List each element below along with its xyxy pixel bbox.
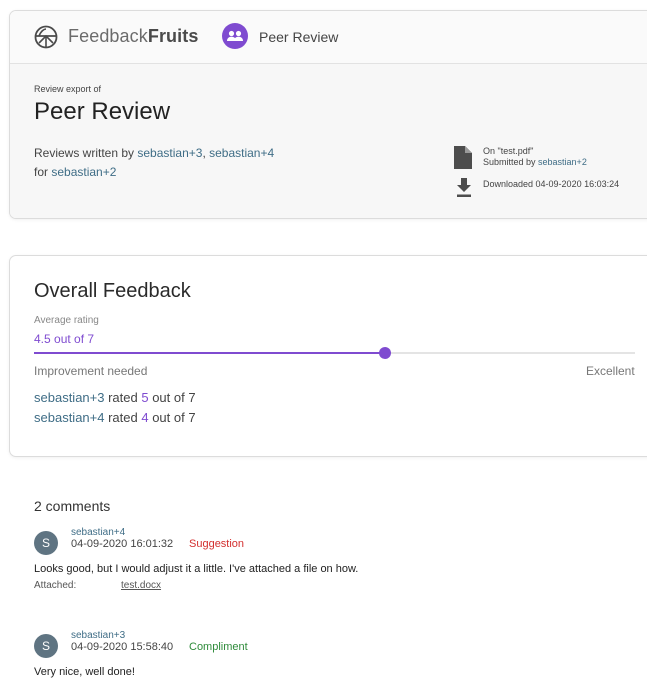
for-prefix: for — [34, 165, 52, 179]
comment-author[interactable]: sebastian+4 — [71, 527, 125, 538]
comment-text: Very nice, well done! — [34, 666, 135, 678]
individual-rating: sebastian+3 rated 5 out of 7 — [34, 390, 196, 405]
document-icon — [454, 146, 472, 169]
overall-feedback-card: Overall Feedback Average rating 4.5 out … — [9, 255, 647, 457]
reviews-written-by: Reviews written by sebastian+3, sebastia… — [34, 146, 274, 160]
comment-timestamp: 04-09-2020 15:58:40 — [71, 641, 174, 653]
comment-author[interactable]: sebastian+3 — [71, 630, 125, 641]
brand-logo-text[interactable]: FeedbackFruits — [68, 26, 198, 47]
rater-link[interactable]: sebastian+3 — [34, 390, 104, 405]
export-label: Review export of — [34, 84, 102, 94]
rating-value: 5 — [141, 390, 149, 405]
comments-count: 2 comments — [34, 498, 111, 514]
rater-link[interactable]: sebastian+4 — [34, 410, 104, 425]
feedbackfruits-logo-icon — [34, 25, 58, 49]
peer-review-tool-icon — [222, 23, 248, 49]
reviews-prefix: Reviews written by — [34, 146, 138, 160]
rating-suffix: out of 7 — [148, 390, 196, 405]
reviewer-link[interactable]: sebastian+3 — [137, 146, 202, 160]
file-name[interactable]: On "test.pdf" — [483, 146, 533, 156]
download-timestamp: Downloaded 04-09-2020 16:03:24 — [483, 179, 620, 189]
tool-name[interactable]: Peer Review — [259, 29, 338, 45]
average-rating-label: Average rating — [34, 315, 99, 326]
header-body: Review export of Peer Review Reviews wri… — [10, 64, 647, 218]
submitted-prefix: Submitted by — [483, 157, 539, 167]
people-icon — [227, 30, 243, 41]
rating-scale-fill — [34, 352, 385, 354]
submitted-by: Submitted by sebastian+2 — [483, 157, 587, 167]
rated-text: rated — [104, 390, 142, 405]
rating-suffix: out of 7 — [148, 410, 196, 425]
comment-timestamp: 04-09-2020 16:01:32 — [71, 538, 174, 550]
submitter-link[interactable]: sebastian+2 — [538, 157, 587, 167]
page-title: Peer Review — [34, 98, 171, 125]
comment-type-badge: Compliment — [189, 641, 248, 653]
rating-value: 4 — [141, 410, 149, 425]
scale-low-label: Improvement needed — [34, 364, 148, 378]
comment-text: Looks good, but I would adjust it a litt… — [34, 563, 359, 575]
individual-rating: sebastian+4 rated 4 out of 7 — [34, 410, 196, 425]
scale-high-label: Excellent — [586, 364, 635, 378]
rated-text: rated — [104, 410, 142, 425]
rating-scale-marker — [378, 347, 391, 359]
reviewee-link[interactable]: sebastian+2 — [51, 165, 116, 179]
download-icon[interactable] — [456, 178, 472, 198]
avatar: S — [34, 531, 58, 555]
avatar: S — [34, 634, 58, 658]
comment-item: S sebastian+3 04-09-2020 15:58:40 Compli… — [34, 630, 634, 700]
section-title: Overall Feedback — [34, 280, 191, 302]
comment-item: S sebastian+4 04-09-2020 16:01:32 Sugges… — [34, 527, 634, 597]
top-bar: FeedbackFruits Peer Review — [10, 11, 647, 64]
review-header-card: FeedbackFruits Peer Review Review export… — [9, 10, 647, 219]
reviewee-line: for sebastian+2 — [34, 165, 116, 179]
rating-scale-track — [34, 347, 635, 359]
comment-type-badge: Suggestion — [189, 538, 245, 550]
attached-label: Attached: — [34, 580, 77, 591]
average-rating-value: 4.5 out of 7 — [34, 332, 95, 346]
reviewer-link[interactable]: sebastian+4 — [209, 146, 274, 160]
attached-file-link[interactable]: test.docx — [121, 580, 161, 591]
